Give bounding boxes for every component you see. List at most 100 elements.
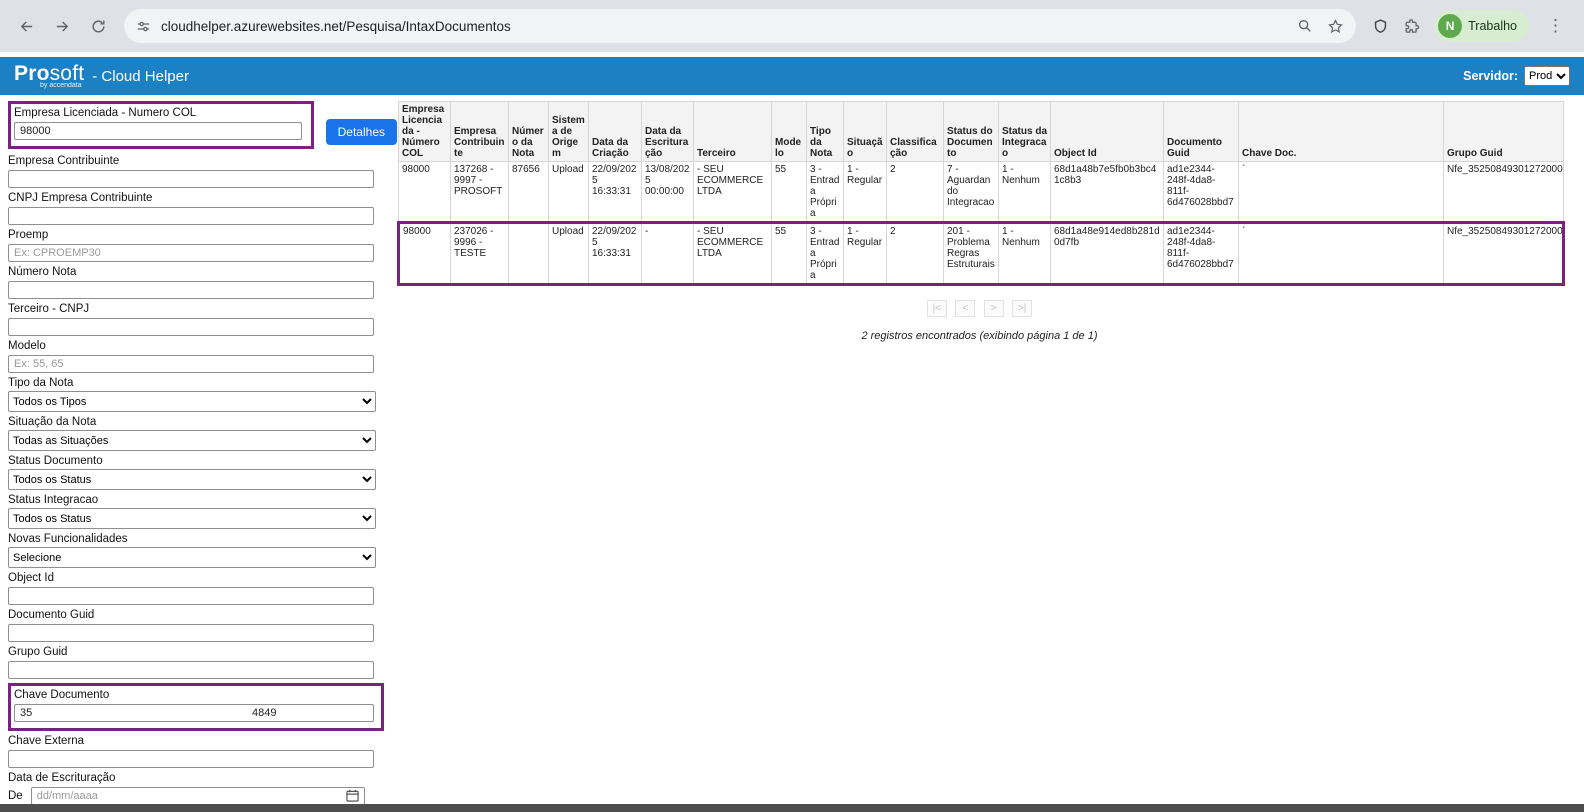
chave-externa-input[interactable]	[8, 750, 374, 768]
table-cell: 13/08/2025 00:00:00	[642, 162, 694, 223]
column-header: Empresa Licenciada - Número COL	[399, 102, 451, 162]
extension-icon[interactable]	[1372, 18, 1389, 35]
status-integracao-select[interactable]: Todos os Status	[8, 508, 376, 529]
empresa-contribuinte-input[interactable]	[8, 170, 374, 188]
pagination: |< < > >|	[397, 298, 1562, 317]
table-cell: 87656	[509, 162, 549, 223]
table-cell: Nfe_3525084930127200011055	[1444, 223, 1564, 285]
data-escrituracao-label: Data de Escrituração	[8, 772, 397, 784]
results-area: Empresa Licenciada - Número COLEmpresa C…	[397, 101, 1584, 342]
field-data-escrituracao: Data de Escrituração De	[8, 772, 397, 805]
column-header: Documento Guid	[1164, 102, 1239, 162]
field-terceiro-cnpj: Terceiro - CNPJ	[8, 303, 397, 336]
column-header: Classificação	[887, 102, 944, 162]
field-cnpj-empresa-contribuinte: CNPJ Empresa Contribuinte	[8, 192, 397, 225]
pagination-last-button[interactable]: >|	[1012, 300, 1032, 317]
data-escrituracao-de-input[interactable]	[31, 787, 365, 805]
table-cell: 2	[887, 223, 944, 285]
table-cell: `	[1239, 223, 1444, 285]
table-row[interactable]: 98000137268 - 9997 - PROSOFT87656Upload2…	[399, 162, 1564, 223]
tipo-da-nota-select[interactable]: Todos os Tipos	[8, 391, 376, 412]
site-info-icon[interactable]	[136, 19, 151, 34]
extensions-puzzle-icon[interactable]	[1403, 18, 1420, 35]
table-cell: 22/09/2025 16:33:31	[589, 223, 642, 285]
table-cell: - SEU ECOMMERCE LTDA	[694, 162, 772, 223]
situacao-da-nota-select[interactable]: Todas as Situações	[8, 430, 376, 451]
table-row[interactable]: 98000237026 - 9996 - TESTEUpload22/09/20…	[399, 223, 1564, 285]
pagination-next-button[interactable]: >	[984, 300, 1004, 317]
results-summary: 2 registros encontrados (exibindo página…	[397, 330, 1562, 342]
server-selector: Servidor: Prod	[1463, 66, 1570, 86]
table-cell: 201 - Problema Regras Estruturais	[944, 223, 999, 285]
bookmark-star-icon[interactable]	[1327, 18, 1344, 35]
column-header: Modelo	[772, 102, 807, 162]
documento-guid-input[interactable]	[8, 624, 374, 642]
back-button[interactable]	[10, 10, 42, 42]
documents-table: Empresa Licenciada - Número COLEmpresa C…	[397, 101, 1565, 286]
empresa-licenciada-input[interactable]	[14, 122, 302, 140]
app-header: Prosoft by accendata - Cloud Helper Serv…	[0, 57, 1584, 95]
table-cell: 3 - Entrada Própria	[807, 223, 844, 285]
status-documento-label: Status Documento	[8, 455, 397, 467]
grupo-guid-input[interactable]	[8, 661, 374, 679]
table-cell: ad1e2344-248f-4da8-811f-6d476028bbd7	[1164, 223, 1239, 285]
status-documento-select[interactable]: Todos os Status	[8, 469, 376, 490]
field-documento-guid: Documento Guid	[8, 609, 397, 642]
field-tipo-da-nota: Tipo da Nota Todos os Tipos	[8, 377, 397, 412]
terceiro-cnpj-input[interactable]	[8, 318, 374, 336]
situacao-da-nota-label: Situação da Nota	[8, 416, 397, 428]
column-header: Data da Escrituração	[642, 102, 694, 162]
de-label: De	[8, 790, 23, 802]
tipo-da-nota-label: Tipo da Nota	[8, 377, 397, 389]
table-cell: 237026 - 9996 - TESTE	[451, 223, 509, 285]
column-header: Grupo Guid	[1444, 102, 1564, 162]
address-bar[interactable]: cloudhelper.azurewebsites.net/Pesquisa/I…	[124, 9, 1356, 43]
column-header: Terceiro	[694, 102, 772, 162]
chave-documento-input[interactable]	[14, 704, 374, 722]
table-cell: 55	[772, 162, 807, 223]
status-integracao-label: Status Integracao	[8, 494, 397, 506]
table-cell: 1 - Nenhum	[999, 162, 1051, 223]
pagination-first-button[interactable]: |<	[927, 300, 947, 317]
reload-button[interactable]	[82, 10, 114, 42]
field-empresa-contribuinte: Empresa Contribuinte	[8, 155, 397, 188]
grupo-guid-label: Grupo Guid	[8, 646, 397, 658]
proemp-input[interactable]	[8, 244, 374, 262]
field-situacao-da-nota: Situação da Nota Todas as Situações	[8, 416, 397, 451]
field-novas-funcionalidades: Novas Funcionalidades Selecione	[8, 533, 397, 568]
modelo-input[interactable]	[8, 355, 374, 373]
field-status-integracao: Status Integracao Todos os Status	[8, 494, 397, 529]
table-cell: 1 - Nenhum	[999, 223, 1051, 285]
menu-kebab-icon[interactable]: ⋮	[1543, 16, 1568, 36]
annotation-box-chave-documento: Chave Documento 4849	[8, 683, 384, 731]
url-text: cloudhelper.azurewebsites.net/Pesquisa/I…	[161, 19, 511, 34]
column-header: Situação	[844, 102, 887, 162]
numero-nota-label: Número Nota	[8, 266, 397, 278]
profile-chip[interactable]: N Trabalho	[1434, 10, 1529, 42]
novas-funcionalidades-select[interactable]: Selecione	[8, 547, 376, 568]
zoom-icon[interactable]	[1297, 18, 1313, 34]
filter-sidebar: Empresa Licenciada - Numero COL Detalhes…	[0, 101, 397, 809]
column-header: Status da Integracao	[999, 102, 1051, 162]
table-cell: 1 - Regular	[844, 162, 887, 223]
cnpj-empresa-contribuinte-input[interactable]	[8, 207, 374, 225]
pagination-prev-button[interactable]: <	[955, 300, 975, 317]
server-select[interactable]: Prod	[1524, 66, 1570, 86]
chave-documento-label: Chave Documento	[14, 689, 376, 701]
novas-funcionalidades-label: Novas Funcionalidades	[8, 533, 397, 545]
table-cell: Nfe_3525084930127200011055	[1444, 162, 1564, 223]
detalhes-button[interactable]: Detalhes	[326, 119, 397, 145]
numero-nota-input[interactable]	[8, 281, 374, 299]
cnpj-empresa-contribuinte-label: CNPJ Empresa Contribuinte	[8, 192, 397, 204]
table-cell: Upload	[549, 223, 589, 285]
table-cell: 2	[887, 162, 944, 223]
profile-avatar: N	[1438, 14, 1462, 38]
logo-subtext: by accendata	[40, 82, 84, 89]
empresa-licenciada-label: Empresa Licenciada - Numero COL	[14, 107, 306, 119]
app-title: - Cloud Helper	[92, 68, 189, 85]
browser-toolbar: cloudhelper.azurewebsites.net/Pesquisa/I…	[0, 0, 1584, 52]
object-id-input[interactable]	[8, 587, 374, 605]
browser-actions: N Trabalho ⋮	[1366, 10, 1574, 42]
forward-button[interactable]	[46, 10, 78, 42]
server-label: Servidor:	[1463, 69, 1518, 83]
